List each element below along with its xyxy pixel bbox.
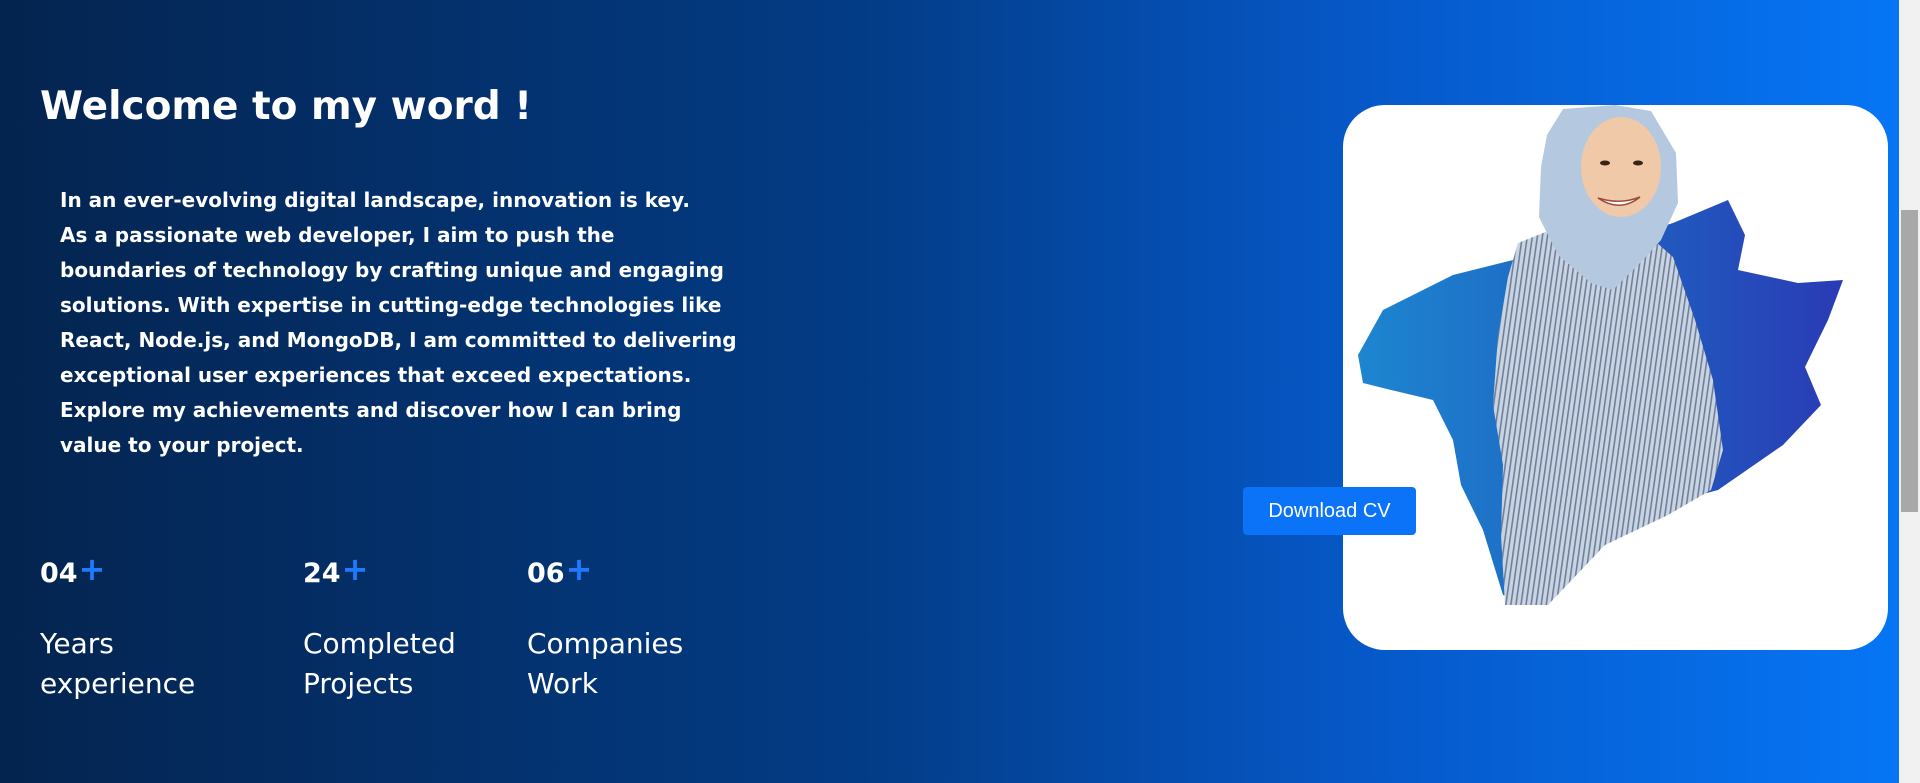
- person-eye-left: [1600, 160, 1610, 166]
- download-cv-button[interactable]: Download CV: [1243, 487, 1416, 535]
- intro-text: In an ever-evolving digital landscape, i…: [60, 183, 740, 463]
- page-title: Welcome to my word !: [40, 84, 533, 129]
- scrollbar-thumb[interactable]: [1901, 210, 1918, 512]
- stat-years-experience: 04+ Years experience: [40, 550, 195, 704]
- stat-label-line: Projects: [303, 667, 414, 700]
- plus-icon: +: [565, 550, 593, 588]
- stat-number: 04: [40, 558, 78, 589]
- scrollbar-track[interactable]: [1899, 0, 1920, 783]
- plus-icon: +: [341, 550, 369, 588]
- stat-companies-work: 06+ Companies Work: [527, 550, 683, 704]
- stat-label-line: Completed: [303, 627, 456, 660]
- stat-label: Companies Work: [527, 624, 683, 704]
- stat-label: Years experience: [40, 624, 195, 704]
- profile-photo: [1358, 105, 1843, 605]
- intro-line-1: In an ever-evolving digital landscape, i…: [60, 188, 690, 212]
- stat-label-line: Years: [40, 627, 114, 660]
- profile-photo-card: [1343, 105, 1888, 650]
- stat-label-line: experience: [40, 667, 196, 700]
- stat-number: 24: [303, 558, 341, 589]
- plus-icon: +: [78, 550, 106, 588]
- person-eye-right: [1633, 160, 1643, 166]
- stat-number: 06: [527, 558, 565, 589]
- stat-label-line: Work: [527, 667, 598, 700]
- intro-line-2: As a passionate web developer, I aim to …: [60, 223, 737, 457]
- stat-label-line: Companies: [527, 627, 684, 660]
- stat-label: Completed Projects: [303, 624, 456, 704]
- stat-completed-projects: 24+ Completed Projects: [303, 550, 456, 704]
